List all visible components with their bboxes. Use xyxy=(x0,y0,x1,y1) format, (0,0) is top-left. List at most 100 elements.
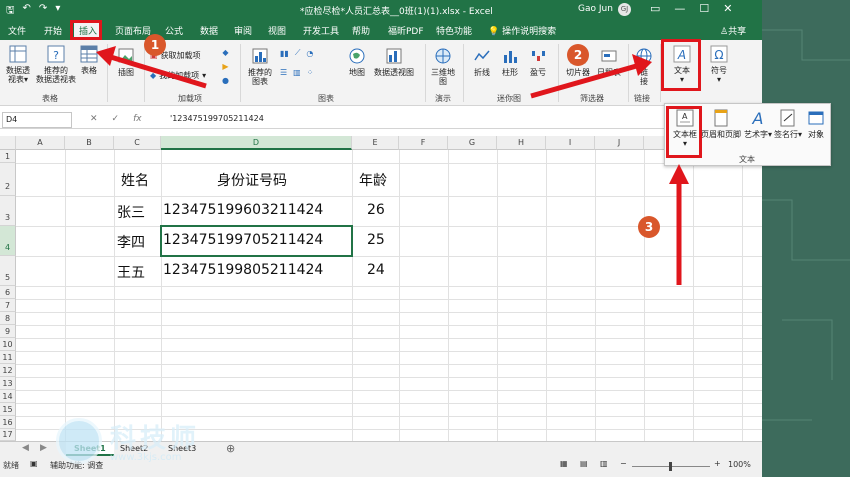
tab-formulas[interactable]: 公式 xyxy=(165,24,183,37)
scroll-right-icon[interactable]: ▶ xyxy=(40,443,47,453)
redo-icon[interactable]: ↷ xyxy=(39,3,47,20)
avatar[interactable]: GJ xyxy=(618,3,631,16)
link-button[interactable]: 链 接 xyxy=(633,46,655,86)
tab-data[interactable]: 数据 xyxy=(200,24,218,37)
timeline-button[interactable]: 日程表 xyxy=(594,46,624,77)
statistic-chart-icon[interactable]: ▥ xyxy=(293,68,301,77)
column-header-b[interactable]: B xyxy=(65,136,114,150)
wordart-button[interactable]: A 艺术字▾ xyxy=(743,108,773,139)
zoom-level[interactable]: 100% xyxy=(728,460,751,469)
people-icon[interactable]: ● xyxy=(222,76,229,85)
row-header-1[interactable]: 1 xyxy=(0,150,16,163)
zoom-out-icon[interactable]: − xyxy=(620,459,627,468)
row-header-11[interactable]: 11 xyxy=(0,351,16,364)
customize-qat-icon[interactable]: ▾ xyxy=(55,3,60,20)
table-button[interactable]: 表格 xyxy=(78,44,100,75)
row-header-5[interactable]: 5 xyxy=(0,256,16,286)
maximize-icon[interactable]: ☐ xyxy=(699,2,709,15)
symbols-button[interactable]: Ω 符号 ▾ xyxy=(706,44,732,84)
visio-icon[interactable]: ◆ xyxy=(222,48,228,57)
formula-input[interactable]: '123475199705211424 xyxy=(170,114,264,123)
share-button[interactable]: ♙共享 xyxy=(720,24,746,37)
normal-view-icon[interactable]: ▦ xyxy=(560,459,568,468)
row-header-7[interactable]: 7 xyxy=(0,299,16,312)
tab-file[interactable]: 文件 xyxy=(8,24,26,37)
tab-developer[interactable]: 开发工具 xyxy=(303,24,339,37)
row-header-3[interactable]: 3 xyxy=(0,196,16,226)
zoom-slider-thumb[interactable] xyxy=(669,462,672,471)
cell-e5[interactable]: 24 xyxy=(367,262,385,278)
cell-e3[interactable]: 26 xyxy=(367,202,385,218)
undo-icon[interactable]: ↶ xyxy=(23,3,31,20)
bing-icon[interactable]: ▶ xyxy=(222,62,228,71)
pie-chart-icon[interactable]: ◔ xyxy=(306,49,313,58)
page-break-view-icon[interactable]: ▥ xyxy=(600,459,608,468)
column-header-a[interactable]: A xyxy=(16,136,65,150)
column-header-c[interactable]: C xyxy=(114,136,161,150)
tab-features[interactable]: 特色功能 xyxy=(436,24,472,37)
minimize-icon[interactable]: — xyxy=(674,2,685,15)
row-header-16[interactable]: 16 xyxy=(0,416,16,429)
object-button[interactable]: 对象 xyxy=(803,108,829,139)
row-header-14[interactable]: 14 xyxy=(0,390,16,403)
save-icon[interactable]: 🖫 xyxy=(6,3,15,20)
column-header-g[interactable]: G xyxy=(448,136,497,150)
cell-c4[interactable]: 李四 xyxy=(117,232,145,252)
column-header-d[interactable]: D xyxy=(161,136,352,150)
close-icon[interactable]: ✕ xyxy=(723,2,732,15)
column-header-i[interactable]: I xyxy=(546,136,595,150)
scatter-chart-icon[interactable]: ⁘ xyxy=(307,68,314,77)
tab-page-layout[interactable]: 页面布局 xyxy=(115,24,151,37)
pivottable-button[interactable]: 数据透 视表▾ xyxy=(3,44,33,84)
worksheet-grid[interactable]: A B C D E F G H I J 1 2 3 4 5 6 7 8 9 10… xyxy=(0,136,762,441)
cell-c3[interactable]: 张三 xyxy=(117,202,145,222)
pivotchart-button[interactable]: 数据透视图 xyxy=(373,46,415,77)
row-header-9[interactable]: 9 xyxy=(0,325,16,338)
row-header-17[interactable]: 17 xyxy=(0,429,16,441)
tab-view[interactable]: 视图 xyxy=(268,24,286,37)
cancel-icon[interactable]: ✕ xyxy=(90,114,98,124)
bar-chart-icon[interactable]: ☰ xyxy=(280,68,287,77)
column-header-e[interactable]: E xyxy=(352,136,399,150)
macro-record-icon[interactable]: ▣ xyxy=(30,459,38,468)
row-header-8[interactable]: 8 xyxy=(0,312,16,325)
name-box[interactable]: D4 xyxy=(2,112,72,128)
3d-map-button[interactable]: 三维地 图 xyxy=(430,46,456,86)
row-header-13[interactable]: 13 xyxy=(0,377,16,390)
insert-function-icon[interactable]: fx xyxy=(133,114,142,124)
tell-me-search[interactable]: 💡 操作说明搜索 xyxy=(488,24,556,37)
signature-line-button[interactable]: 签名行▾ xyxy=(773,108,803,139)
enter-icon[interactable]: ✓ xyxy=(112,114,120,124)
zoom-in-icon[interactable]: + xyxy=(714,459,721,468)
cell-d5[interactable]: 123475199805211424 xyxy=(163,262,323,278)
page-layout-view-icon[interactable]: ▤ xyxy=(580,459,588,468)
tab-review[interactable]: 审阅 xyxy=(234,24,252,37)
select-all-corner[interactable] xyxy=(0,136,16,150)
row-header-10[interactable]: 10 xyxy=(0,338,16,351)
cell-e2[interactable]: 年龄 xyxy=(359,170,387,190)
tab-foxit-pdf[interactable]: 福昕PDF xyxy=(388,24,424,37)
row-header-15[interactable]: 15 xyxy=(0,403,16,416)
row-header-4[interactable]: 4 xyxy=(0,226,16,256)
line-chart-icon[interactable]: ⟋ xyxy=(295,48,301,58)
tab-home[interactable]: 开始 xyxy=(44,24,62,37)
header-footer-button[interactable]: 页眉和页脚 xyxy=(701,108,741,139)
recommended-pivottables-button[interactable]: ? 推荐的 数据透视表 xyxy=(36,44,76,84)
column-chart-icon[interactable]: ▮▮ xyxy=(280,49,289,58)
column-header-j[interactable]: J xyxy=(595,136,644,150)
sparkline-line-button[interactable]: 折线 xyxy=(470,46,494,77)
ribbon-display-icon[interactable]: ▭ xyxy=(650,2,660,15)
row-header-2[interactable]: 2 xyxy=(0,163,16,196)
cell-c2[interactable]: 姓名 xyxy=(121,170,149,190)
sparkline-column-button[interactable]: 柱形 xyxy=(498,46,522,77)
recommended-charts-button[interactable]: 推荐的 图表 xyxy=(245,46,275,86)
row-header-12[interactable]: 12 xyxy=(0,364,16,377)
column-header-f[interactable]: F xyxy=(399,136,448,150)
cell-d2[interactable]: 身份证号码 xyxy=(217,170,287,190)
cell-e4[interactable]: 25 xyxy=(367,232,385,248)
add-sheet-icon[interactable]: ⊕ xyxy=(226,442,235,455)
row-header-6[interactable]: 6 xyxy=(0,286,16,299)
column-header-h[interactable]: H xyxy=(497,136,546,150)
maps-button[interactable]: 地图 xyxy=(345,46,369,77)
my-addins-button[interactable]: ◆ 我的加载项 ▾ xyxy=(150,70,206,81)
